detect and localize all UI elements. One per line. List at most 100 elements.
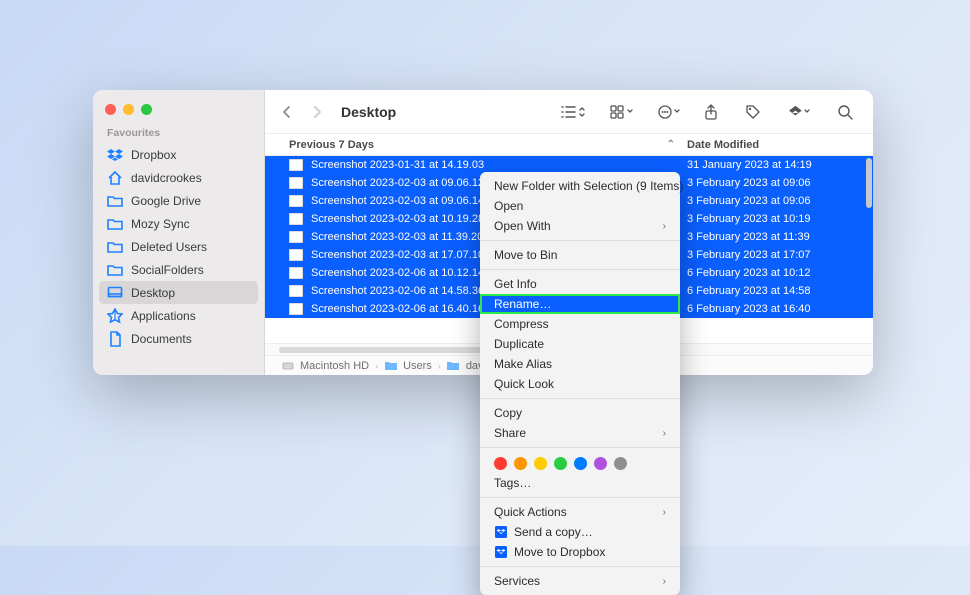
tag-color-dot[interactable]: [574, 457, 587, 470]
back-button[interactable]: [277, 101, 297, 123]
action-menu-button[interactable]: [653, 101, 685, 123]
menu-item-move-to-bin[interactable]: Move to Bin: [480, 245, 680, 265]
menu-item-make-alias[interactable]: Make Alias: [480, 354, 680, 374]
sidebar-item-applications[interactable]: Applications: [93, 304, 264, 327]
menu-item-services[interactable]: Services ›: [480, 571, 680, 591]
window-controls: [93, 96, 264, 125]
menu-item-compress[interactable]: Compress: [480, 314, 680, 334]
submenu-arrow-icon: ›: [663, 428, 666, 439]
column-header-date[interactable]: Date Modified: [687, 139, 857, 151]
menu-item-copy[interactable]: Copy: [480, 403, 680, 423]
menu-item-label: New Folder with Selection (9 Items): [494, 179, 683, 193]
file-date: 3 February 2023 at 11:39: [687, 231, 857, 243]
column-header-name[interactable]: Previous 7 Days: [289, 139, 667, 151]
drive-icon: [281, 359, 294, 372]
path-segment[interactable]: Users: [403, 360, 432, 372]
menu-item-label: Move to Dropbox: [514, 545, 605, 559]
menu-item-get-info[interactable]: Get Info: [480, 274, 680, 294]
toolbar: Desktop: [265, 90, 873, 134]
file-date: 3 February 2023 at 10:19: [687, 213, 857, 225]
view-mode-button[interactable]: [553, 101, 593, 123]
folder-icon: [107, 193, 123, 209]
tag-color-dot[interactable]: [534, 457, 547, 470]
sidebar-item-label: Desktop: [131, 286, 175, 300]
sidebar-item-davidcrookes[interactable]: davidcrookes: [93, 166, 264, 189]
sidebar-item-label: Deleted Users: [131, 240, 207, 254]
folder-icon: [384, 359, 397, 372]
menu-separator: [480, 269, 680, 270]
file-thumbnail-icon: [289, 159, 303, 171]
close-button[interactable]: [105, 104, 116, 115]
menu-item-label: Tags…: [494, 476, 531, 490]
menu-separator: [480, 566, 680, 567]
dropbox-icon: [107, 147, 123, 163]
sidebar-item-deleted-users[interactable]: Deleted Users: [93, 235, 264, 258]
menu-item-share[interactable]: Share ›: [480, 423, 680, 443]
sidebar-item-label: Dropbox: [131, 148, 176, 162]
menu-item-label: Copy: [494, 406, 522, 420]
menu-item-label: Open With: [494, 219, 551, 233]
submenu-arrow-icon: ›: [663, 576, 666, 587]
tag-color-dot[interactable]: [614, 457, 627, 470]
menu-item-label: Make Alias: [494, 357, 552, 371]
forward-button[interactable]: [307, 101, 327, 123]
dropbox-button[interactable]: [779, 101, 819, 123]
window-title: Desktop: [341, 104, 396, 120]
menu-item-quick-look[interactable]: Quick Look: [480, 374, 680, 394]
vertical-scrollbar[interactable]: [866, 158, 872, 208]
menu-item-open[interactable]: Open: [480, 196, 680, 216]
desktop-icon: [107, 285, 123, 301]
share-button[interactable]: [695, 101, 727, 123]
search-button[interactable]: [829, 101, 861, 123]
menu-item-move-to-dropbox[interactable]: Move to Dropbox: [480, 542, 680, 562]
documents-icon: [107, 331, 123, 347]
house-icon: [107, 170, 123, 186]
minimize-button[interactable]: [123, 104, 134, 115]
menu-item-duplicate[interactable]: Duplicate: [480, 334, 680, 354]
sidebar-item-documents[interactable]: Documents: [93, 327, 264, 350]
group-button[interactable]: [603, 101, 643, 123]
menu-item-send-a-copy[interactable]: Send a copy…: [480, 522, 680, 542]
submenu-arrow-icon: ›: [663, 221, 666, 232]
file-name: Screenshot 2023-01-31 at 14.19.03: [311, 159, 687, 171]
tag-color-dot[interactable]: [554, 457, 567, 470]
folder-icon: [447, 359, 460, 372]
menu-item-quick-actions[interactable]: Quick Actions›: [480, 502, 680, 522]
path-segment[interactable]: Macintosh HD: [300, 360, 369, 372]
sidebar-item-dropbox[interactable]: Dropbox: [93, 143, 264, 166]
menu-item-label: Duplicate: [494, 337, 544, 351]
tag-color-dot[interactable]: [594, 457, 607, 470]
menu-item-rename[interactable]: Rename…: [480, 294, 680, 314]
sidebar: Favourites DropboxdavidcrookesGoogle Dri…: [93, 90, 265, 375]
sidebar-item-socialfolders[interactable]: SocialFolders: [93, 258, 264, 281]
file-date: 3 February 2023 at 09:06: [687, 195, 857, 207]
sidebar-item-label: Documents: [131, 332, 192, 346]
tag-color-dot[interactable]: [514, 457, 527, 470]
file-thumbnail-icon: [289, 249, 303, 261]
sidebar-item-desktop[interactable]: Desktop: [99, 281, 258, 304]
file-date: 6 February 2023 at 10:12: [687, 267, 857, 279]
column-header-row: Previous 7 Days ⌃ Date Modified: [265, 134, 873, 156]
sidebar-item-label: Mozy Sync: [131, 217, 190, 231]
file-thumbnail-icon: [289, 177, 303, 189]
menu-item-tags[interactable]: Tags…: [480, 473, 680, 493]
menu-item-label: Share: [494, 426, 526, 440]
tags-button[interactable]: [737, 101, 769, 123]
folder-icon: [107, 262, 123, 278]
menu-separator: [480, 447, 680, 448]
menu-item-label: Services: [494, 574, 540, 588]
file-thumbnail-icon: [289, 213, 303, 225]
sidebar-item-google-drive[interactable]: Google Drive: [93, 189, 264, 212]
menu-separator: [480, 398, 680, 399]
tag-color-dot[interactable]: [494, 457, 507, 470]
zoom-button[interactable]: [141, 104, 152, 115]
menu-item-new-folder-with-selection-9-items[interactable]: New Folder with Selection (9 Items): [480, 176, 680, 196]
sidebar-item-mozy-sync[interactable]: Mozy Sync: [93, 212, 264, 235]
menu-item-open-with[interactable]: Open With ›: [480, 216, 680, 236]
sidebar-item-label: Google Drive: [131, 194, 201, 208]
submenu-arrow-icon: ›: [663, 507, 666, 518]
file-thumbnail-icon: [289, 285, 303, 297]
menu-item-label: Quick Look: [494, 377, 554, 391]
chevron-right-icon: ›: [438, 361, 441, 371]
menu-item-label: Get Info: [494, 277, 537, 291]
